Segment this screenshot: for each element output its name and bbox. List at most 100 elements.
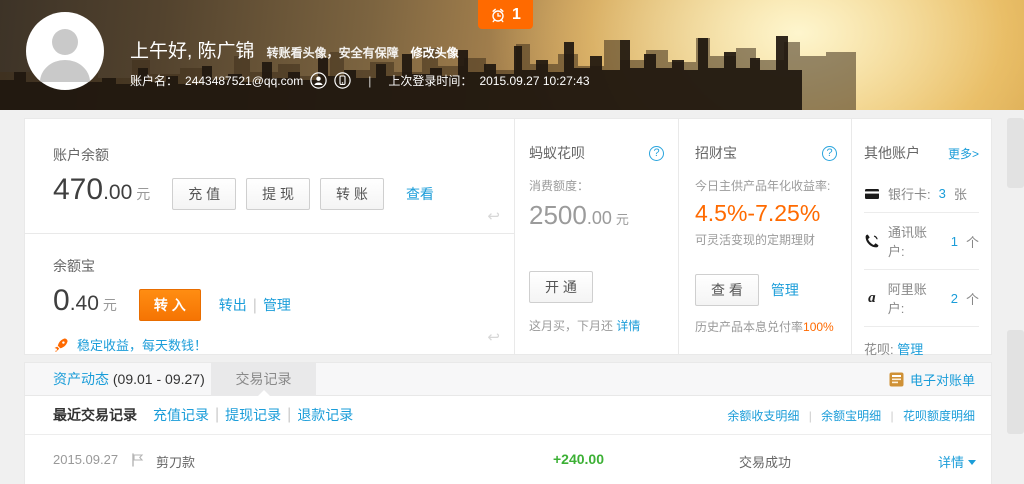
zhaocaibao-rate-label: 今日主供产品年化收益率: [695, 177, 837, 194]
detail-label[interactable]: 详情 [938, 452, 964, 471]
bank-cards-unit: 张 [954, 184, 967, 203]
accounts-overview-card: 账户余额 470 .00 元 充 值 提 现 转 账 查看 ↩ 余额宝 0 .4… [24, 118, 992, 355]
zhaocaibao-view-button[interactable]: 查 看 [695, 274, 759, 306]
balance-unit: 元 [136, 184, 150, 204]
zhaocaibao-history-label: 历史产品本息兑付率 [695, 320, 803, 334]
tab-transaction-records[interactable]: 交易记录 [211, 363, 316, 396]
person-silhouette-icon [26, 12, 104, 90]
avatar[interactable] [26, 12, 104, 90]
account-email: 2443487521@qq.com [185, 74, 303, 88]
balance-title: 账户余额 [53, 145, 514, 165]
ali-accounts-item[interactable]: a 阿里账户: 2 个 [864, 270, 979, 327]
transfer-out-link[interactable]: 转出 [219, 295, 247, 315]
chevron-down-icon [968, 460, 976, 465]
header-separator: | [368, 74, 371, 88]
telecom-accounts-unit: 个 [966, 232, 979, 251]
huabei-detail-link[interactable]: 详情 [616, 319, 640, 333]
transaction-amount: +240.00 [553, 451, 604, 467]
zhaocaibao-title: 招财宝 [695, 143, 737, 163]
huabei-section: 蚂蚁花呗 ? 消费额度： 2500 .00 元 开 通 这月买，下月还 详情 [514, 119, 678, 354]
alipay-account-page: 1 上午好, 陈广锦 转账看头像，安全有保障 修改头像 账户名： 2443487… [0, 0, 1024, 484]
balance-amount-dec: .00 [103, 181, 132, 205]
mobile-icon[interactable] [334, 72, 351, 89]
refund-records-link[interactable]: 退款记录 [297, 405, 353, 425]
withdraw-records-link[interactable]: 提现记录 [225, 405, 281, 425]
asset-date-range: (09.01 - 09.27) [113, 371, 205, 387]
transaction-detail-link[interactable]: 详情 [938, 452, 976, 471]
last-login-time: 2015.09.27 10:27:43 [479, 74, 589, 88]
recent-records-label: 最近交易记录 [53, 405, 137, 425]
help-icon[interactable]: ? [822, 146, 837, 161]
zhaocaibao-manage-link[interactable]: 管理 [771, 280, 799, 300]
statement-icon [889, 372, 904, 387]
balance-column: 账户余额 470 .00 元 充 值 提 现 转 账 查看 ↩ 余额宝 0 .4… [25, 119, 514, 354]
e-statement-link[interactable]: 电子对账单 [889, 363, 975, 396]
telecom-accounts-label: 通讯账户: [888, 222, 943, 260]
link-separator: | [215, 406, 219, 424]
scrollbar-thumb[interactable] [1007, 330, 1024, 434]
account-name-label: 账户名： [130, 72, 178, 89]
greeting-row: 上午好, 陈广锦 转账看头像，安全有保障 修改头像 [130, 36, 459, 63]
zhaocaibao-history-value: 100% [803, 320, 834, 334]
huabei-title: 蚂蚁花呗 [529, 143, 585, 163]
balance-detail-link[interactable]: 余额收支明细 [727, 409, 799, 423]
zhaocaibao-section: 招财宝 ? 今日主供产品年化收益率: 4.5%-7.25% 可灵活变现的定期理财… [678, 119, 851, 354]
bank-cards-item[interactable]: 银行卡: 3 张 [864, 175, 979, 213]
yuebao-manage-link[interactable]: 管理 [263, 295, 291, 315]
huabei-quota-detail-link[interactable]: 花呗额度明细 [903, 409, 975, 423]
link-separator: | [287, 406, 291, 424]
view-balance-link[interactable]: 查看 [406, 184, 434, 204]
link-separator: | [891, 409, 894, 423]
transfer-button[interactable]: 转 账 [320, 178, 384, 210]
yuebao-amount-int: 0 [53, 284, 70, 318]
transaction-status: 交易成功 [739, 452, 791, 471]
flag-icon[interactable] [131, 453, 144, 467]
transfer-in-button[interactable]: 转 入 [139, 289, 201, 321]
huabei-manage-link[interactable]: 管理 [897, 342, 923, 357]
alibaba-icon: a [864, 290, 880, 307]
ali-accounts-count: 2 [951, 291, 958, 306]
record-links-row: 最近交易记录 充值记录 | 提现记录 | 退款记录 余额收支明细 | 余额宝明细… [25, 396, 991, 435]
yuebao-amount-dec: .40 [70, 292, 99, 316]
tab-asset-activity[interactable]: 资产动态 [53, 371, 109, 387]
greeting-text: 上午好, 陈广锦 [130, 36, 255, 63]
yuebao-detail-link[interactable]: 余额宝明细 [821, 409, 881, 423]
huabei-manage-item: 花呗: 管理 [864, 335, 979, 362]
transaction-name: 剪刀款 [156, 452, 195, 471]
transaction-row: 2015.09.27 剪刀款 +240.00 交易成功 详情 [25, 435, 991, 484]
huabei-row-label: 花呗: [864, 342, 894, 357]
recharge-records-link[interactable]: 充值记录 [153, 405, 209, 425]
e-statement-label[interactable]: 电子对账单 [910, 370, 975, 389]
telecom-accounts-item[interactable]: 通讯账户: 1 个 [864, 213, 979, 270]
alarm-clock-icon [490, 7, 506, 23]
rocket-icon [53, 337, 69, 353]
huabei-quota-label: 消费额度： [529, 177, 664, 194]
undo-arrow-icon[interactable]: ↩ [487, 207, 500, 225]
records-tabstrip: 资产动态 (09.01 - 09.27) 交易记录 电子对账单 [25, 363, 991, 396]
yuebao-section: 余额宝 0 .40 元 转 入 转出 | 管理 [25, 234, 514, 354]
huabei-open-button[interactable]: 开 通 [529, 271, 593, 303]
last-login-label: 上次登录时间： [388, 72, 472, 89]
floating-panel-handle[interactable] [1007, 118, 1024, 188]
ali-accounts-unit: 个 [966, 289, 979, 308]
notification-badge[interactable]: 1 [478, 0, 533, 29]
bank-cards-label: 银行卡: [888, 184, 931, 203]
telecom-accounts-count: 1 [951, 234, 958, 249]
huabei-amount-dec: .00 [587, 208, 612, 229]
other-accounts-section: 其他账户 更多> 银行卡: 3 张 通讯账户: 1 个 [851, 119, 991, 354]
phone-icon [864, 233, 880, 249]
more-link[interactable]: 更多> [948, 145, 979, 162]
link-separator: | [809, 409, 812, 423]
zhaocaibao-desc: 可灵活变现的定期理财 [695, 231, 837, 248]
change-avatar-link[interactable]: 修改头像 [411, 44, 459, 61]
recharge-button[interactable]: 充 值 [172, 178, 236, 210]
records-card: 资产动态 (09.01 - 09.27) 交易记录 电子对账单 最近交易记录 充… [24, 362, 992, 484]
withdraw-button[interactable]: 提 现 [246, 178, 310, 210]
profile-icon[interactable] [310, 72, 327, 89]
help-icon[interactable]: ? [649, 146, 664, 161]
yuebao-separator: | [253, 297, 257, 315]
zhaocaibao-rate: 4.5%-7.25% [695, 200, 837, 227]
bank-cards-count: 3 [939, 186, 946, 201]
undo-arrow-icon[interactable]: ↩ [487, 328, 500, 346]
yuebao-slogan-link[interactable]: 稳定收益，每天数钱！ [77, 335, 207, 354]
